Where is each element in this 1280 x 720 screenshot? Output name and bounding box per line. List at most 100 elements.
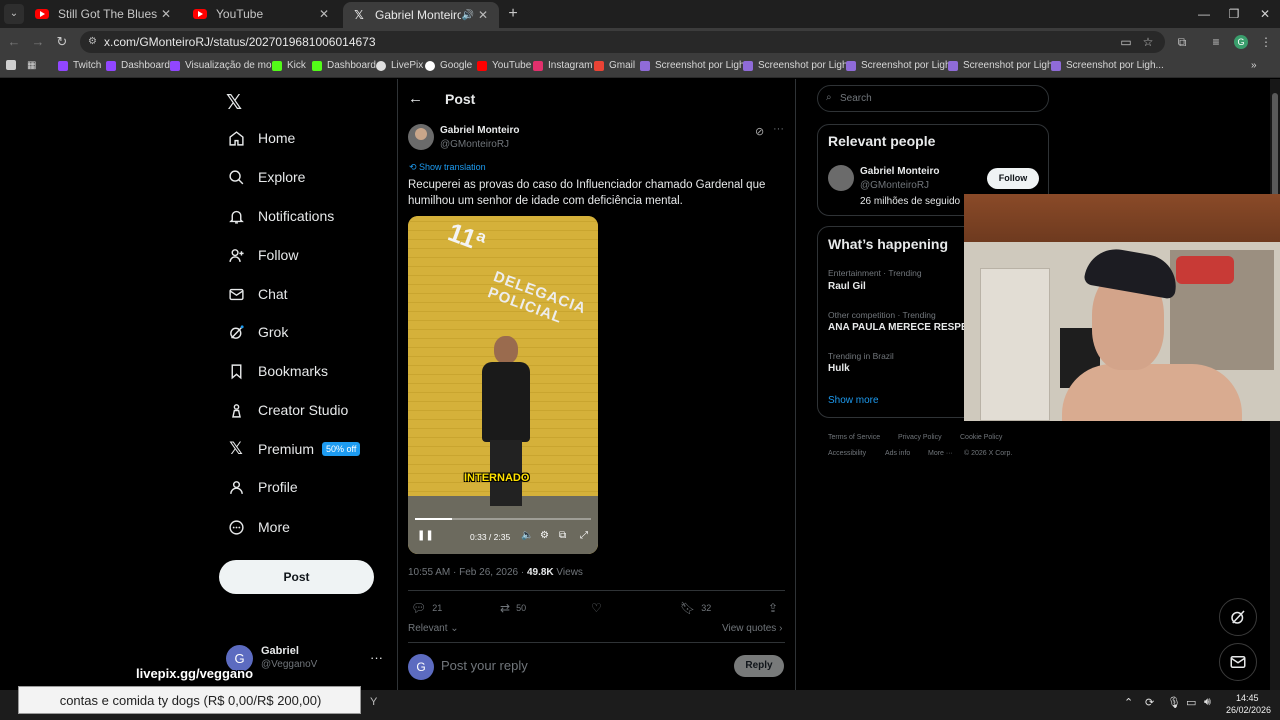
tab-youtube[interactable]: YouTube ✕ — [184, 2, 340, 26]
profile-avatar[interactable]: G — [1234, 35, 1248, 49]
account-more-icon[interactable]: ··· — [370, 650, 383, 665]
search-input[interactable]: ⌕ Search — [817, 85, 1049, 112]
restore-button[interactable]: ❐ — [1217, 0, 1251, 28]
author-name[interactable]: Gabriel Monteiro — [440, 125, 519, 136]
bookmark-screenshot-1[interactable]: Screenshot por Ligh... — [640, 60, 753, 71]
reply-action[interactable]: 💬︎ 21 — [411, 601, 442, 615]
nav-creator-studio[interactable]: Creator Studio — [227, 401, 348, 419]
trend-item[interactable]: Hulk — [828, 363, 850, 374]
footer-privacy[interactable]: Privacy Policy — [898, 434, 942, 441]
bookmark-screenshot-3[interactable]: Screenshot por Ligh... — [846, 60, 959, 71]
bookmark-youtube[interactable]: YouTube — [477, 60, 531, 71]
nav-premium[interactable]: 𝕏 Premium 50% off — [227, 439, 361, 458]
tray-app-icon[interactable]: ⟳ — [1145, 696, 1154, 709]
bookmark-gmail[interactable]: Gmail — [594, 60, 635, 71]
speaker-icon[interactable]: 🔊︎ — [1204, 696, 1211, 709]
tab-search-icon[interactable]: ⌄ — [4, 4, 24, 24]
forward-button[interactable]: → — [28, 32, 48, 52]
close-icon[interactable]: ✕ — [316, 7, 332, 21]
grok-float-button[interactable] — [1219, 598, 1257, 636]
nav-follow[interactable]: Follow — [227, 246, 298, 264]
close-icon[interactable]: ✕ — [158, 7, 174, 21]
view-quotes-link[interactable]: View quotes › — [722, 623, 782, 634]
tab-still-got-the-blues[interactable]: Still Got The Blues - YouTube ✕ — [26, 2, 182, 26]
clock-date[interactable]: 26/02/2026 — [1226, 705, 1271, 715]
bookmark-instagram[interactable]: Instagram — [533, 60, 592, 71]
clock-time[interactable]: 14:45 — [1236, 693, 1259, 703]
footer-more[interactable]: More ··· — [928, 450, 953, 457]
relevant-person-avatar[interactable] — [828, 165, 854, 191]
tab-gabriel-monteiro[interactable]: 𝕏 Gabriel Monteiro on X: "Re 🔊 ✕ — [343, 2, 499, 28]
minimize-button[interactable]: — — [1187, 0, 1221, 28]
window-close-button[interactable]: ✕ — [1248, 0, 1280, 28]
show-translation-link[interactable]: ⟲ Show translation — [409, 162, 486, 173]
speaker-icon[interactable]: 🔊 — [461, 10, 475, 21]
microphone-icon[interactable]: 🎙︎ — [1167, 696, 1181, 709]
star-icon[interactable]: ☆ — [1138, 32, 1158, 52]
post-button[interactable]: Post — [219, 560, 374, 594]
footer-ads-info[interactable]: Ads info — [885, 450, 910, 457]
bookmark-visualizacao[interactable]: Visualização de mo... — [170, 60, 280, 71]
nav-chat[interactable]: Chat — [227, 285, 288, 303]
pip-icon[interactable]: ⧉ — [559, 530, 566, 541]
footer-cookie[interactable]: Cookie Policy — [960, 434, 1002, 441]
pause-icon[interactable]: ❚❚ — [417, 530, 434, 541]
show-more-link[interactable]: Show more — [828, 395, 879, 406]
media-icon[interactable]: ≡ — [1206, 32, 1226, 52]
volume-icon[interactable]: 🔈 — [521, 530, 533, 541]
bookmark-dashboard-kick[interactable]: Dashboard — [312, 60, 376, 71]
post-video[interactable]: 11ª DELEGACIA POLICIAL INTERNADO ❚❚ 0:33… — [408, 216, 598, 554]
video-progress-bar[interactable] — [415, 518, 591, 520]
nav-profile[interactable]: Profile — [227, 478, 298, 496]
fullscreen-icon[interactable]: ⤢ — [580, 530, 588, 541]
cast-icon[interactable]: ▭ — [1116, 32, 1136, 52]
bookmark-dashboard[interactable]: Dashboard — [106, 60, 170, 71]
post-more-icon[interactable]: ··· — [773, 123, 784, 135]
bookmark-screenshot-2[interactable]: Screenshot por Ligh... — [743, 60, 856, 71]
back-button[interactable]: ← — [4, 32, 24, 52]
back-arrow-icon[interactable]: ← — [408, 90, 423, 107]
nav-more[interactable]: More — [227, 518, 290, 536]
more-bookmarks-icon[interactable]: » — [1251, 60, 1257, 71]
tray-chevron-icon[interactable]: ⌃ — [1124, 696, 1133, 709]
address-bar[interactable]: ⚙ x.com/GMonteiroRJ/status/2027019681006… — [80, 31, 1165, 53]
reply-input[interactable]: Post your reply — [441, 658, 528, 673]
trend-item[interactable]: Raul Gil — [828, 281, 866, 292]
author-handle[interactable]: @GMonteiroRJ — [440, 139, 509, 150]
bookmark-google[interactable]: Google — [425, 60, 472, 71]
footer-accessibility[interactable]: Accessibility — [828, 450, 866, 457]
taskbar-app-icon[interactable]: Y — [370, 696, 377, 708]
relevant-person-name[interactable]: Gabriel Monteiro — [860, 166, 939, 177]
bookmark-folder-icon[interactable] — [6, 60, 21, 70]
messages-float-button[interactable] — [1219, 643, 1257, 681]
x-logo-icon[interactable]: 𝕏 — [226, 90, 242, 115]
follow-button[interactable]: Follow — [987, 168, 1039, 189]
new-tab-button[interactable]: + — [503, 4, 523, 24]
trend-item[interactable]: ANA PAULA MERECE RESPEI — [828, 322, 970, 333]
bookmark-twitch[interactable]: Twitch — [58, 60, 101, 71]
reload-button[interactable]: ↻ — [52, 32, 72, 52]
settings-icon[interactable]: ⚙ — [540, 530, 549, 541]
apps-grid-icon[interactable]: ▦ — [27, 60, 36, 71]
close-icon[interactable]: ✕ — [475, 8, 491, 22]
bookmark-screenshot-4[interactable]: Screenshot por Ligh... — [948, 60, 1061, 71]
nav-explore[interactable]: Explore — [227, 168, 305, 186]
extensions-icon[interactable]: ⧉ — [1172, 32, 1192, 52]
nav-grok[interactable]: Grok — [227, 323, 288, 341]
nav-notifications[interactable]: Notifications — [227, 207, 334, 225]
bookmark-action[interactable]: 🔖︎ 32 — [680, 601, 711, 615]
post-timestamp[interactable]: 10:55 AM · Feb 26, 2026 · — [408, 567, 527, 578]
like-action[interactable]: ♡ — [591, 601, 608, 615]
browser-menu-icon[interactable]: ⋮ — [1256, 32, 1276, 52]
grok-explain-icon[interactable]: ⊘ — [755, 125, 764, 138]
account-name[interactable]: Gabriel — [261, 645, 299, 657]
share-action[interactable]: ⇪ — [768, 601, 784, 615]
network-icon[interactable]: ▭ — [1186, 696, 1196, 709]
author-avatar[interactable] — [408, 124, 434, 150]
reply-button[interactable]: Reply — [734, 655, 784, 677]
bookmark-screenshot-5[interactable]: Screenshot por Ligh... — [1051, 60, 1164, 71]
nav-home[interactable]: Home — [227, 129, 295, 147]
bookmark-livepix[interactable]: LivePix — [376, 60, 423, 71]
repost-action[interactable]: ⇄ 50 — [500, 601, 526, 615]
sort-replies-dropdown[interactable]: Relevant ⌄ — [408, 623, 459, 634]
